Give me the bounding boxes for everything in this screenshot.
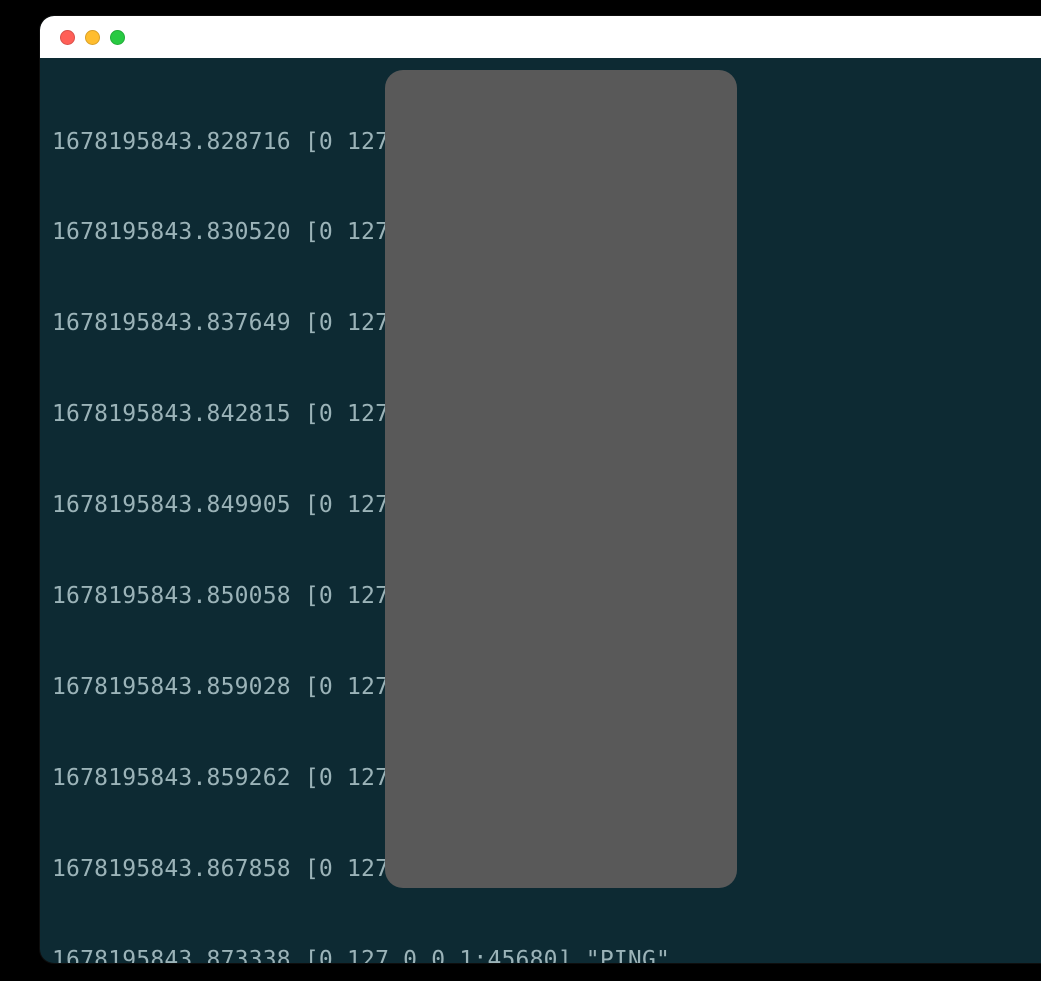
minimize-icon[interactable] — [85, 30, 100, 45]
maximize-icon[interactable] — [110, 30, 125, 45]
redaction-overlay — [385, 70, 737, 888]
terminal-window: 1678195843.828716 [0 127.0.0.1:45682] "D… — [40, 16, 1041, 963]
close-icon[interactable] — [60, 30, 75, 45]
titlebar — [40, 16, 1041, 58]
log-line: 1678195843.873338 [0 127.0.0.1:45680] "P… — [52, 945, 1029, 963]
